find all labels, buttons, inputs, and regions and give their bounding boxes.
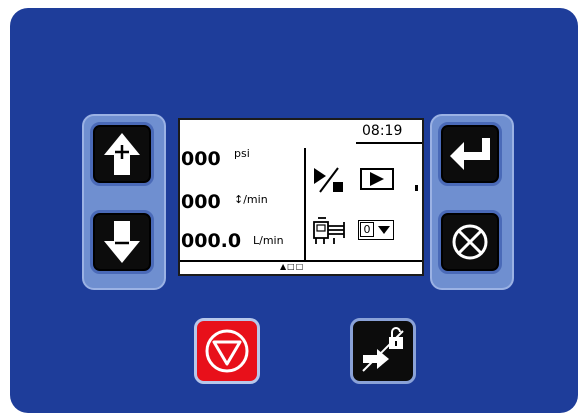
play-icon[interactable] <box>360 168 394 190</box>
pump-icon <box>313 217 345 244</box>
clock-underline <box>356 142 422 144</box>
cancel-button[interactable] <box>438 210 502 274</box>
pressure-value: 000 <box>181 148 221 170</box>
mode-select[interactable]: 0 <box>358 220 394 240</box>
cycle-rate-value: 000 <box>181 191 221 213</box>
lcd-display: 08:19 000 psi 000 ↕/min 000.0 L/min 0 ▲□… <box>178 118 424 276</box>
down-decrement-button[interactable] <box>90 210 154 274</box>
cancel-icon <box>452 224 488 260</box>
stop-button[interactable] <box>194 318 260 384</box>
flow-rate-value: 000.0 <box>181 230 242 252</box>
stop-icon <box>205 329 249 373</box>
run-stop-mode-icon[interactable] <box>312 166 346 194</box>
pressure-unit: psi <box>234 147 250 160</box>
flow-rate-unit: L/min <box>253 234 284 247</box>
mode-select-value-box: 0 <box>360 222 374 237</box>
arrow-down-minus-icon <box>104 221 140 263</box>
lock-screen-icon <box>362 327 404 372</box>
arrow-up-plus-icon <box>104 133 140 175</box>
lock-screen-button[interactable] <box>350 318 416 384</box>
enter-button[interactable] <box>438 122 502 186</box>
screen-divider <box>304 148 306 260</box>
screen-indicator: ▲□□ <box>280 262 305 271</box>
chevron-down-icon <box>378 226 390 234</box>
enter-icon <box>450 138 490 170</box>
clock-readout: 08:19 <box>362 123 403 139</box>
side-marker <box>415 185 418 191</box>
cycle-rate-unit: ↕/min <box>234 193 268 206</box>
up-increment-button[interactable] <box>90 122 154 186</box>
